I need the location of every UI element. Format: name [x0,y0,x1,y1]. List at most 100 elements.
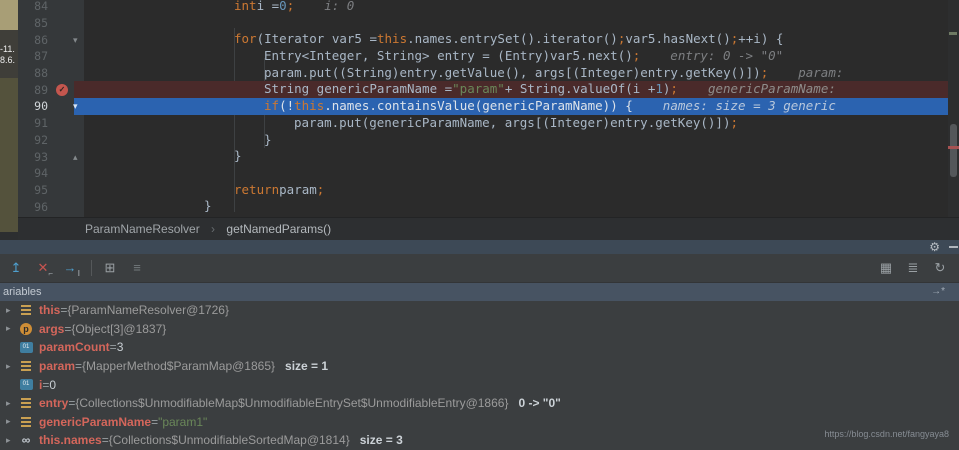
breadcrumb-separator: › [211,222,216,236]
code-token: 0 [279,0,287,13]
equals-sign: = [109,340,117,355]
arrow-up-icon: ↥ [10,260,22,275]
code-line-89: 89 ✓ String genericParamName = "param" + S… [18,81,959,99]
expand-arrow-icon[interactable]: ▸ [6,305,18,316]
value-icon [21,398,31,401]
value-icon [18,359,34,373]
code-text: int i = 0; i: 0 [84,0,959,15]
sliver-label-2: 8.6. [0,55,16,65]
variable-value: {Object[3]@1837} [71,321,167,336]
variable-extra-info: size = 3 [359,433,403,448]
scrollbar-thumb[interactable] [950,124,957,177]
fold-marker-icon[interactable]: ▾ [73,32,78,48]
expand-arrow-icon[interactable]: ▸ [6,416,18,427]
variables-panel-header: ariables →* [0,283,959,301]
hide-panel-icon[interactable] [949,246,958,248]
code-token: var5.hasNext() [625,31,731,47]
code-line-95: 95 return param; [18,182,959,199]
code-editor[interactable]: 84 int i = 0; i: 0 85 86 ▾ for (Iterator var5 =… [18,0,959,217]
value-icon [18,415,34,429]
variable-row[interactable]: ▸ ∞ this.names = {Collections$Unmodifiable… [0,431,959,450]
remove-x-icon[interactable]: ✕ ⌐ [31,258,55,278]
variable-row[interactable]: ▸ p args = {Object[3]@1837} [0,320,959,339]
expand-arrow-icon[interactable]: ▸ [6,435,18,446]
refresh-gauge-icon[interactable]: ↻ [928,258,952,278]
grid-view-icon[interactable]: ⊞ [98,258,122,278]
code-token: .names.entrySet().iterator() [407,31,618,47]
variable-name: this.names [39,433,102,448]
variable-value: {Collections$UnmodifiableSortedMap@1814} [108,433,350,448]
filmstrip-icon[interactable]: ▦ [874,258,898,278]
line-number: 96 [34,199,48,214]
line-number: 94 [34,166,48,181]
code-token: return [234,181,280,197]
code-lines: 84 int i = 0; i: 0 85 86 ▾ for (Iterator var5 =… [18,0,959,215]
code-token: ) [662,81,671,97]
variable-row[interactable]: ▸ entry = {Collections$UnmodifiableMap$Un… [0,394,959,413]
expand-arrow-icon[interactable]: ▸ [6,361,18,372]
code-token: + String.valueOf(i + [504,81,656,97]
variable-name: paramCount [39,340,110,355]
list-view-icon[interactable]: ≡ [125,258,149,278]
variable-name: param [39,359,76,374]
error-stripe-mark [948,146,959,149]
variable-extra-info: 0 -> "0" [518,396,561,411]
remove-x-icon: ✕ [37,260,49,275]
variable-row[interactable]: ▸ genericParamName = "param1" [0,413,959,432]
variable-name: genericParamName [39,414,152,429]
gutter-markers: ▾ [48,98,84,115]
code-line-96: 96} [18,198,959,215]
line-number: 84 [34,0,48,14]
arrow-up-icon[interactable]: ↥ [4,258,28,278]
variable-row[interactable]: 01 i = 0 [0,375,959,394]
inline-debug-hint: i: 0 [324,0,355,13]
arrow-i-icon[interactable]: → I [58,258,82,278]
list-view-icon: ≡ [133,260,141,275]
value-icon [18,303,34,317]
parameter-icon: p [20,322,32,335]
code-token: ; [632,48,641,64]
code-token: for [234,31,257,47]
code-token: ; [316,181,325,197]
breakpoint-icon[interactable]: ✓ [56,83,68,96]
code-text: param.put((String)entry.getValue(), args… [84,65,959,82]
variable-primitive-value: 0 [49,377,57,392]
code-token: int [234,0,257,13]
primitive-icon: 01 [18,340,34,354]
line-number: 95 [34,182,48,197]
gutter-markers [48,115,84,132]
expand-arrow-icon[interactable]: ▸ [6,323,18,334]
stack-icon: ≣ [907,260,919,275]
primitive-icon: 01 [19,341,33,353]
stack-icon[interactable]: ≣ [901,258,925,278]
line-number: 89 [34,82,48,97]
line-number: 85 [34,16,48,31]
background-sliver-olive [0,78,18,232]
variables-tree[interactable]: ▸ this = {ParamNameResolver@1726} ▸ p args =… [0,301,959,450]
variable-row[interactable]: ▸ param = {MapperMethod$ParamMap@1865} siz… [0,357,959,376]
settings-gear-icon[interactable]: ⚙ [929,240,940,254]
code-token: } [234,148,242,164]
variable-extra-info: size = 1 [285,359,329,374]
variable-value: {MapperMethod$ParamMap@1865} [82,359,276,374]
fold-marker-icon[interactable]: ▾ [73,98,78,114]
variable-row[interactable]: ▸ this = {ParamNameResolver@1726} [0,301,959,320]
line-number: 87 [34,49,48,64]
fold-marker-icon[interactable]: ▴ [73,149,78,165]
code-line-92: 92} [18,132,959,149]
gutter-markers [48,65,84,82]
variable-row[interactable]: 01 paramCount = 3 [0,338,959,357]
code-token: } [264,131,272,147]
code-text: for (Iterator var5 = this .names.entrySet(… [84,31,959,48]
variables-tab-label: ariables [3,286,42,298]
editor-scrollbar[interactable] [948,0,959,217]
arrow-star-icon[interactable]: →* [931,283,945,301]
breadcrumb-method[interactable]: getNamedParams() [226,222,331,236]
code-text: param.put(genericParamName, args[(Intege… [84,115,959,132]
breadcrumb: ParamNameResolver › getNamedParams() [18,217,959,240]
code-token: } [204,198,212,214]
debug-toolbar-left: ↥ ✕ ⌐ → I ⊞ ≡ [4,254,152,282]
expand-arrow-icon[interactable]: ▸ [6,398,18,409]
watermark-text: https://blog.csdn.net/fangyaya8 [824,429,949,439]
breadcrumb-class[interactable]: ParamNameResolver [85,222,200,236]
